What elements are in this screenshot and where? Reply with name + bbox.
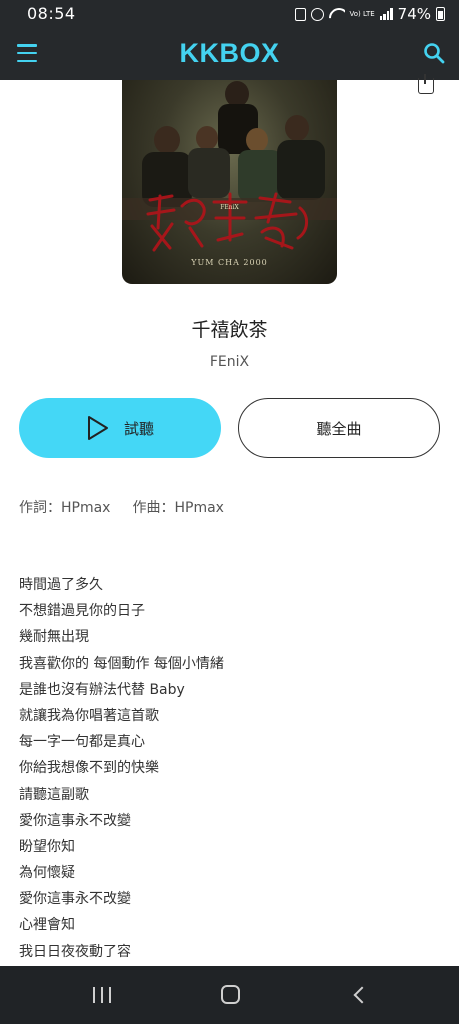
credits: 作詞：HPmax 作曲：HPmax bbox=[19, 497, 224, 517]
lyric-line: 幾耐無出現 bbox=[19, 629, 89, 646]
status-time: 08:54 bbox=[27, 4, 76, 23]
lyric-line: 就讓我為你唱著這首歌 bbox=[19, 707, 159, 724]
recent-apps-icon[interactable] bbox=[93, 987, 111, 1003]
wifi-icon bbox=[329, 8, 345, 20]
share-icon[interactable] bbox=[418, 74, 434, 94]
lyric-line: 我日日夜夜動了容 bbox=[19, 943, 131, 960]
lyric-line: 不想錯過見你的日子 bbox=[19, 603, 145, 620]
full-song-label: 聽全曲 bbox=[316, 419, 362, 438]
lyric-line: 為何懷疑 bbox=[19, 865, 75, 882]
artist-name[interactable]: FEniX bbox=[0, 354, 459, 370]
app-header: KKBOX bbox=[0, 28, 459, 80]
status-bar: 08:54 Vo) LTE 74% bbox=[0, 0, 459, 28]
album-title-art bbox=[146, 192, 308, 252]
alarm-icon bbox=[310, 7, 324, 21]
lyric-line: 愛你這事永不改變 bbox=[19, 812, 131, 829]
album-brand: FEniX bbox=[220, 204, 239, 211]
preview-button[interactable]: 試聽 bbox=[19, 398, 221, 458]
back-icon[interactable] bbox=[353, 986, 371, 1004]
battery-percent: 74% bbox=[397, 5, 431, 23]
status-icons: Vo) LTE 74% bbox=[294, 5, 445, 23]
play-icon bbox=[87, 416, 108, 440]
lyric-line: 愛你這事永不改變 bbox=[19, 891, 131, 908]
signal-icon bbox=[379, 8, 393, 20]
lyric-line: 盼望你知 bbox=[19, 838, 75, 855]
home-icon[interactable] bbox=[221, 985, 240, 1004]
lyric-line: 每一字一句都是真心 bbox=[19, 734, 145, 751]
kkbox-logo[interactable]: KKBOX bbox=[0, 38, 459, 69]
album-cover: FEniX YUM CHA 2000 bbox=[122, 80, 337, 284]
search-icon[interactable] bbox=[423, 42, 445, 64]
battery-icon bbox=[436, 7, 445, 21]
lyricist-credit: 作詞：HPmax bbox=[19, 500, 111, 516]
lyric-line: 時間過了多久 bbox=[19, 577, 103, 593]
notification-icon bbox=[294, 7, 306, 21]
lte-indicator: Vo) LTE bbox=[349, 9, 375, 18]
lyric-line: 請聽這副歌 bbox=[19, 786, 89, 803]
lyric-line: 是誰也沒有辦法代替 Baby bbox=[19, 681, 185, 698]
system-nav-bar bbox=[0, 966, 459, 1024]
lyric-line: 心裡會知 bbox=[19, 917, 75, 934]
full-song-button[interactable]: 聽全曲 bbox=[238, 398, 440, 458]
album-subtitle: YUM CHA 2000 bbox=[191, 258, 268, 267]
song-title: 千禧飲茶 bbox=[191, 319, 268, 341]
lyrics-list: 時間過了多久 不想錯過見你的日子 幾耐無出現 我喜歡你的 每個動作 每個小情緒 … bbox=[19, 572, 224, 965]
preview-label: 試聽 bbox=[123, 419, 154, 438]
lyric-line: 我喜歡你的 每個動作 每個小情緒 bbox=[19, 655, 224, 672]
lyric-line: 你給我想像不到的快樂 bbox=[19, 760, 159, 777]
composer-credit: 作曲：HPmax bbox=[132, 500, 224, 516]
